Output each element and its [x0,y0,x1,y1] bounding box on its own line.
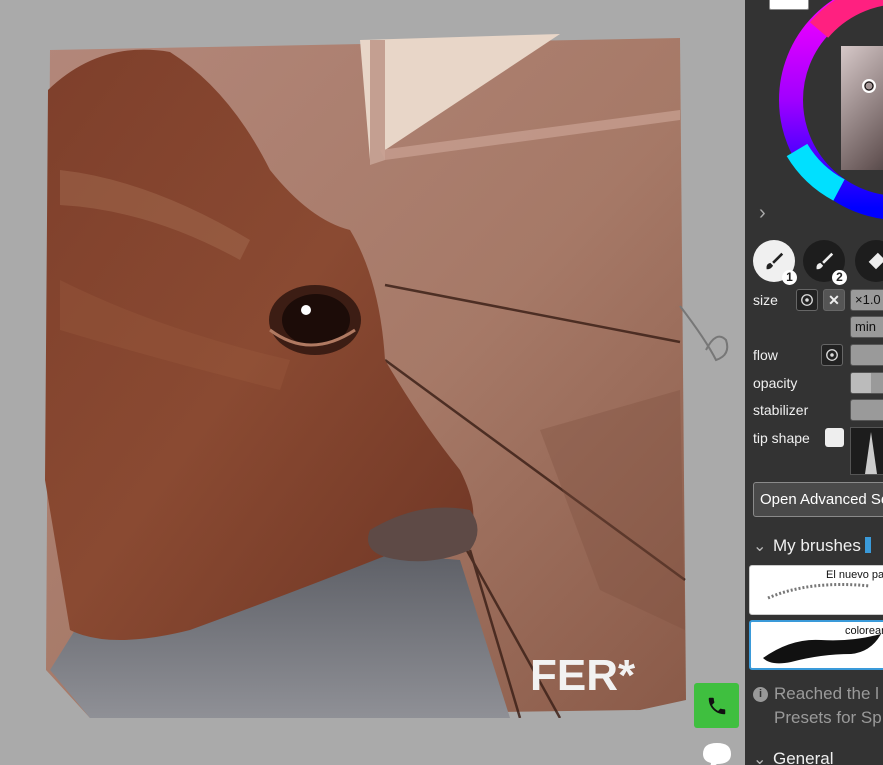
brush-icon [766,252,784,270]
tip-shape-icon [865,432,877,474]
opacity-slider-fill [851,373,871,393]
my-brushes-section[interactable]: ⌄ My brushes [753,536,871,556]
brush-count-badge [864,537,871,553]
general-title: General [773,749,834,765]
flow-label: flow [753,347,778,363]
size-reset-button[interactable]: ✕ [823,289,845,311]
drawing-canvas-area[interactable]: FER* [0,0,745,765]
size-label: size [753,292,778,308]
brush-tool-2[interactable]: 2 [803,240,847,285]
close-icon: ✕ [828,291,840,308]
eraser-icon [868,252,883,270]
flow-pressure-toggle[interactable] [821,344,843,366]
brush-preset-card-selected[interactable]: colorear [749,620,883,670]
size-pressure-toggle[interactable] [796,289,818,311]
phone-icon [708,697,725,714]
brush-preset-card[interactable]: El nuevo pa [749,565,883,615]
pressure-icon [801,294,813,306]
general-section[interactable]: ⌄ General [753,749,833,765]
artwork-canvas[interactable]: FER* [40,30,688,718]
brush-preset-name: colorear [845,625,883,637]
tip-shape-label: tip shape [753,430,810,446]
preset-limit-info: i Reached the l Presets for Sp [753,682,882,730]
stabilizer-label: stabilizer [753,402,809,418]
brush-icon [816,252,834,270]
my-brushes-title: My brushes [773,536,861,555]
chat-icon[interactable] [700,740,734,765]
pressure-icon [826,349,838,361]
stray-pen-mark [679,305,729,362]
info-text-line2: Presets for Sp [774,708,882,727]
call-button[interactable] [694,683,739,728]
chevron-down-icon: ⌄ [753,751,767,765]
tip-shape-checkbox[interactable] [825,428,844,447]
signature: FER* [530,651,636,700]
expand-panel-chevron-icon[interactable]: › [759,203,775,223]
info-text-line1: Reached the l [774,684,879,703]
flow-slider[interactable] [850,344,883,366]
tip-shape-preview[interactable] [850,427,883,475]
tool-number: 1 [782,270,797,285]
eraser-tool[interactable] [855,240,883,282]
stabilizer-slider[interactable] [850,399,883,421]
size-value-field[interactable]: ×1.0 [850,289,883,311]
brush-preset-name: El nuevo pa [826,569,883,581]
chevron-down-icon: ⌄ [753,538,767,555]
opacity-label: opacity [753,375,798,391]
brush-panel: › 1 2 size ✕ ×1.0 min flow opacity stabi… [745,0,883,765]
tool-number: 2 [832,270,847,285]
opacity-slider[interactable] [850,372,883,394]
color-wheel[interactable] [779,0,883,220]
open-advanced-settings-button[interactable]: Open Advanced Se [753,482,883,517]
size-min-field[interactable]: min [850,316,883,338]
info-icon: i [753,687,768,702]
brush-tool-1[interactable]: 1 [753,240,797,285]
